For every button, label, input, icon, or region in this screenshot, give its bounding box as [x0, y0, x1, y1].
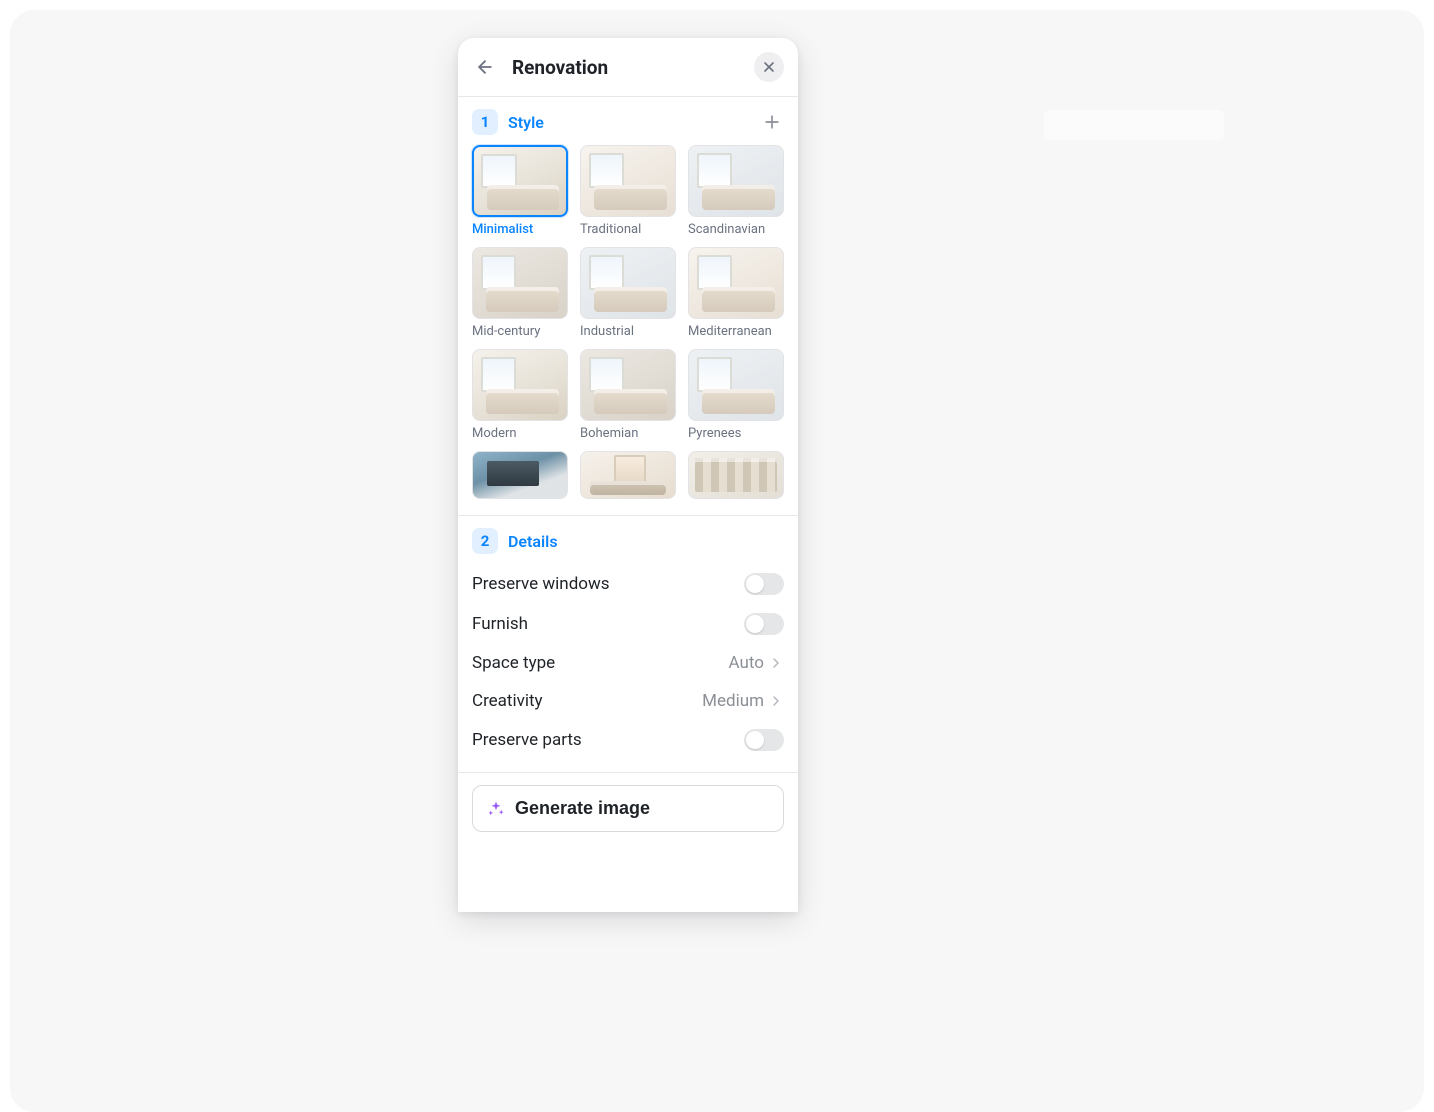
- style-thumbnail: [472, 247, 568, 319]
- style-option-mediterranean[interactable]: Mediterranean: [688, 247, 784, 339]
- step-badge-2: 2: [472, 528, 498, 554]
- close-icon: [761, 59, 777, 75]
- style-option[interactable]: [580, 451, 676, 499]
- style-thumbnail: [688, 349, 784, 421]
- generate-section: Generate image: [458, 772, 798, 850]
- style-thumbnail: [688, 451, 784, 499]
- details-section: 2 Details Preserve windows Furnish Space…: [458, 516, 798, 772]
- style-option[interactable]: [688, 451, 784, 499]
- space-type-value: Auto: [729, 653, 784, 673]
- preserve-parts-toggle[interactable]: [744, 729, 784, 751]
- add-style-button[interactable]: [760, 110, 784, 134]
- detail-label: Space type: [472, 653, 555, 673]
- style-option-traditional[interactable]: Traditional: [580, 145, 676, 237]
- style-thumbnail: [580, 451, 676, 499]
- panel-title: Renovation: [512, 56, 740, 79]
- details-section-title: Details: [508, 532, 784, 551]
- style-option-mid-century[interactable]: Mid-century: [472, 247, 568, 339]
- style-label: Mediterranean: [688, 324, 784, 339]
- detail-row-preserve-windows: Preserve windows: [472, 564, 784, 604]
- style-thumbnail: [688, 145, 784, 217]
- style-option-modern[interactable]: Modern: [472, 349, 568, 441]
- sparkle-icon: [487, 800, 505, 818]
- style-label: Bohemian: [580, 426, 676, 441]
- style-label: Modern: [472, 426, 568, 441]
- plus-icon: [762, 112, 782, 132]
- chevron-right-icon: [768, 693, 784, 709]
- style-thumbnail: [580, 145, 676, 217]
- furnish-toggle[interactable]: [744, 613, 784, 635]
- detail-label: Furnish: [472, 614, 528, 634]
- style-label: Scandinavian: [688, 222, 784, 237]
- detail-row-creativity[interactable]: Creativity Medium: [472, 682, 784, 720]
- style-section: 1 Style Minimalist Traditional Scandinav: [458, 97, 798, 511]
- generate-image-label: Generate image: [515, 798, 650, 819]
- style-thumbnail: [472, 349, 568, 421]
- arrow-left-icon: [475, 57, 495, 77]
- renovation-panel: Renovation 1 Style Minimalist: [458, 38, 798, 912]
- style-label: Mid-century: [472, 324, 568, 339]
- style-grid: Minimalist Traditional Scandinavian Mid-…: [472, 145, 784, 499]
- style-thumbnail: [580, 349, 676, 421]
- style-label: Minimalist: [472, 222, 568, 237]
- back-button[interactable]: [472, 54, 498, 80]
- step-badge-1: 1: [472, 109, 498, 135]
- chevron-right-icon: [768, 655, 784, 671]
- detail-row-space-type[interactable]: Space type Auto: [472, 644, 784, 682]
- style-label: Pyrenees: [688, 426, 784, 441]
- detail-row-preserve-parts: Preserve parts: [472, 720, 784, 760]
- style-thumbnail: [472, 145, 568, 217]
- preserve-windows-toggle[interactable]: [744, 573, 784, 595]
- style-label: Traditional: [580, 222, 676, 237]
- style-section-title: Style: [508, 113, 750, 132]
- style-option-scandinavian[interactable]: Scandinavian: [688, 145, 784, 237]
- style-option-pyrenees[interactable]: Pyrenees: [688, 349, 784, 441]
- creativity-value: Medium: [702, 691, 784, 711]
- generate-image-button[interactable]: Generate image: [472, 785, 784, 832]
- style-thumbnail: [688, 247, 784, 319]
- detail-value-text: Medium: [702, 691, 764, 711]
- style-label: Industrial: [580, 324, 676, 339]
- close-button[interactable]: [754, 52, 784, 82]
- style-option-bohemian[interactable]: Bohemian: [580, 349, 676, 441]
- panel-header: Renovation: [458, 38, 798, 97]
- detail-label: Preserve parts: [472, 730, 582, 750]
- detail-label: Creativity: [472, 691, 543, 711]
- detail-value-text: Auto: [729, 653, 764, 673]
- style-option-minimalist[interactable]: Minimalist: [472, 145, 568, 237]
- detail-row-furnish: Furnish: [472, 604, 784, 644]
- style-thumbnail: [472, 451, 568, 499]
- style-option[interactable]: [472, 451, 568, 499]
- detail-label: Preserve windows: [472, 574, 610, 594]
- style-thumbnail: [580, 247, 676, 319]
- style-option-industrial[interactable]: Industrial: [580, 247, 676, 339]
